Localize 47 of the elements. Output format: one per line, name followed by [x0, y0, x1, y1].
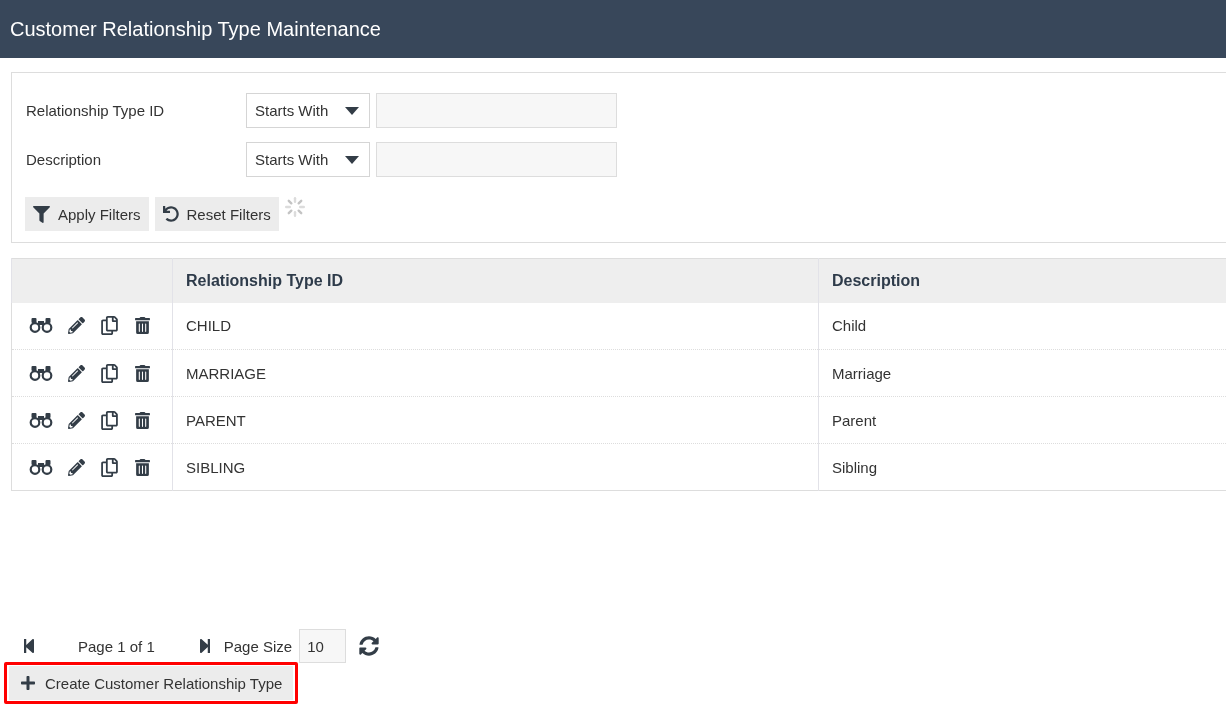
trash-icon[interactable]	[134, 458, 151, 476]
table-cell: MARRIAGE	[172, 349, 819, 397]
table-cell: Child	[818, 302, 1226, 350]
trash-icon[interactable]	[134, 317, 151, 335]
pencil-icon[interactable]	[68, 364, 85, 382]
binoculars-icon[interactable]	[29, 365, 53, 381]
table-cell: Marriage	[818, 349, 1226, 397]
binoculars-icon[interactable]	[29, 459, 53, 475]
filter-label: Description	[26, 151, 103, 168]
pencil-icon[interactable]	[68, 458, 85, 476]
caret-down-icon	[345, 106, 359, 115]
column-header: Relationship Type ID	[172, 258, 819, 303]
trash-icon[interactable]	[134, 364, 151, 382]
operator-select[interactable]: Starts With	[246, 93, 370, 128]
filter-input[interactable]	[376, 142, 617, 177]
table-cell: PARENT	[172, 396, 819, 444]
table-cell: Parent	[818, 396, 1226, 444]
page-size-input[interactable]: 10	[299, 629, 347, 663]
last-page-icon[interactable]	[197, 637, 212, 655]
binoculars-icon[interactable]	[29, 412, 53, 428]
trash-icon[interactable]	[134, 411, 151, 429]
copy-icon[interactable]	[100, 410, 119, 430]
table-cell: Sibling	[818, 443, 1226, 491]
table-cell: CHILD	[172, 302, 819, 350]
filter-icon	[33, 205, 50, 223]
pencil-icon[interactable]	[68, 411, 85, 429]
create-button[interactable]: Create Customer Relationship Type	[9, 666, 293, 700]
caret-down-icon	[345, 155, 359, 164]
plus-icon	[20, 675, 36, 691]
copy-icon[interactable]	[100, 363, 119, 383]
refresh-icon[interactable]	[359, 636, 380, 656]
binoculars-icon[interactable]	[29, 318, 53, 334]
column-header: Description	[818, 258, 1226, 303]
page-indicator: Page 1 of 1	[78, 637, 155, 655]
filter-label: Relationship Type ID	[26, 102, 166, 119]
page-title: Customer Relationship Type Maintenance	[10, 17, 381, 41]
filter-input[interactable]	[376, 93, 617, 128]
copy-icon[interactable]	[100, 316, 119, 336]
page-size-label: Page Size	[223, 637, 293, 655]
copy-icon[interactable]	[100, 457, 119, 477]
pencil-icon[interactable]	[68, 317, 85, 335]
reset-filters-button[interactable]: Reset Filters	[154, 197, 279, 231]
operator-select[interactable]: Starts With	[246, 142, 370, 177]
reset-icon	[162, 206, 179, 222]
first-page-icon[interactable]	[22, 637, 36, 655]
table-cell: SIBLING	[172, 443, 819, 491]
apply-filters-button[interactable]: Apply Filters	[25, 197, 149, 231]
